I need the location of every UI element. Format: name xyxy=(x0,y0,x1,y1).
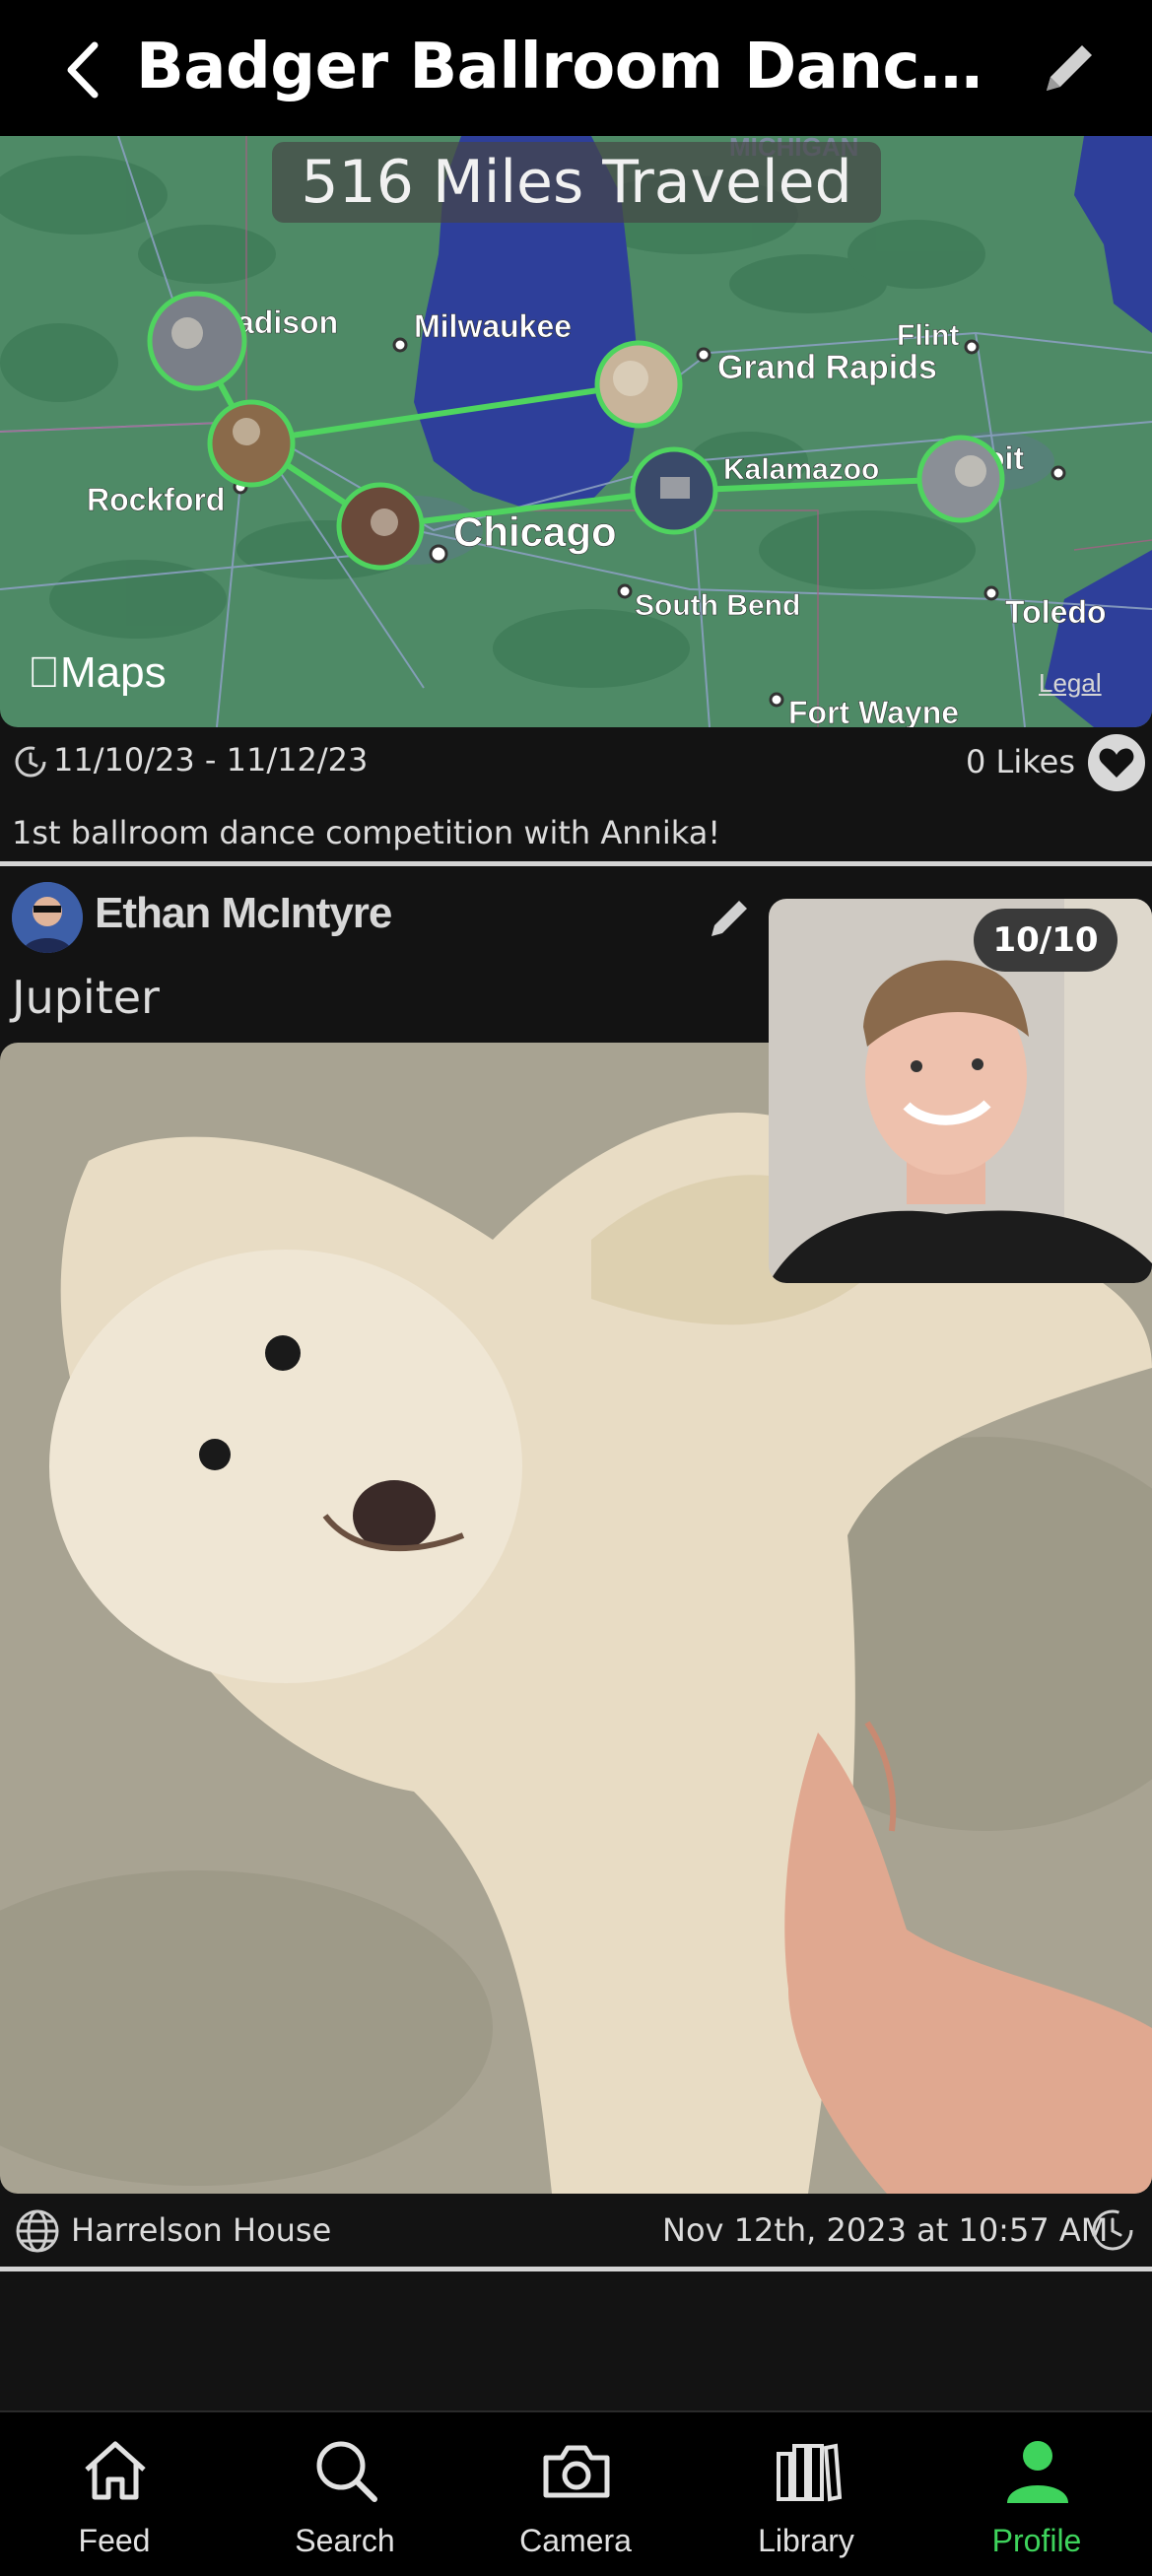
tab-library[interactable]: Library xyxy=(708,2412,905,2576)
person-icon xyxy=(1007,2441,1068,2503)
top-bar: Badger Ballroom Dances... xyxy=(0,0,1152,136)
map-canvas: adison Milwaukee Grand Rapids Flint Rock… xyxy=(0,136,1152,727)
map-label-grand-rapids: Grand Rapids xyxy=(717,349,937,386)
map-label-madison: adison xyxy=(237,305,338,340)
tab-feed[interactable]: Feed xyxy=(16,2412,213,2576)
heart-icon xyxy=(1099,748,1134,778)
tab-search[interactable]: Search xyxy=(246,2412,443,2576)
map-label-flint: Flint xyxy=(897,319,959,352)
tab-bar: Feed Search Camera Library Profile xyxy=(0,2410,1152,2576)
maps-logo-text: Maps xyxy=(28,648,167,697)
divider xyxy=(0,2267,1152,2271)
post-location[interactable]: Harrelson House xyxy=(71,2211,331,2249)
trip-map[interactable]: adison Milwaukee Grand Rapids Flint Rock… xyxy=(0,136,1152,727)
camera-icon xyxy=(543,2445,610,2498)
miles-traveled-label: 516 Miles Traveled xyxy=(272,142,881,223)
apple-maps-logo: Maps xyxy=(28,648,167,698)
tab-label: Feed xyxy=(78,2523,151,2558)
tab-camera[interactable]: Camera xyxy=(477,2412,674,2576)
tab-label: Profile xyxy=(991,2523,1082,2558)
globe-icon xyxy=(16,2209,59,2253)
clock-icon xyxy=(15,746,46,778)
clock-icon xyxy=(1092,2209,1133,2251)
map-label-rockford: Rockford xyxy=(87,482,225,517)
library-icon xyxy=(777,2443,843,2502)
like-button[interactable] xyxy=(1088,734,1145,791)
tab-label: Search xyxy=(295,2523,395,2558)
map-label-kalamazoo: Kalamazoo xyxy=(723,453,879,486)
trip-info-row: 11/10/23 - 11/12/23 0 Likes xyxy=(0,729,1152,798)
avatar[interactable] xyxy=(12,882,83,953)
chevron-left-icon[interactable] xyxy=(57,35,112,104)
trip-caption: 1st ballroom dance competition with Anni… xyxy=(12,814,721,851)
home-icon xyxy=(85,2441,146,2500)
tab-profile[interactable]: Profile xyxy=(938,2412,1135,2576)
post-title: Jupiter xyxy=(12,971,160,1024)
map-label-fort-wayne: Fort Wayne xyxy=(788,695,959,727)
divider xyxy=(0,861,1152,866)
likes-count: 0 Likes xyxy=(966,743,1075,780)
search-icon xyxy=(316,2441,377,2502)
tab-label: Library xyxy=(758,2523,854,2558)
page-title: Badger Ballroom Dances... xyxy=(136,31,1003,103)
pencil-icon[interactable] xyxy=(1037,35,1102,101)
map-label-south-bend: South Bend xyxy=(635,589,800,622)
map-label-milwaukee: Milwaukee xyxy=(414,308,572,344)
tab-label: Camera xyxy=(519,2523,632,2558)
post-timestamp: Nov 12th, 2023 at 10:57 AM xyxy=(662,2211,1109,2249)
trip-date-range: 11/10/23 - 11/12/23 xyxy=(53,741,369,779)
pencil-icon[interactable] xyxy=(706,893,755,942)
score-badge: 10/10 xyxy=(974,909,1118,972)
legal-link[interactable]: Legal xyxy=(1039,668,1102,699)
post-author[interactable]: Ethan McIntyre xyxy=(95,889,392,938)
map-label-chicago: Chicago xyxy=(453,508,617,555)
map-label-toledo: Toledo xyxy=(1005,594,1107,630)
